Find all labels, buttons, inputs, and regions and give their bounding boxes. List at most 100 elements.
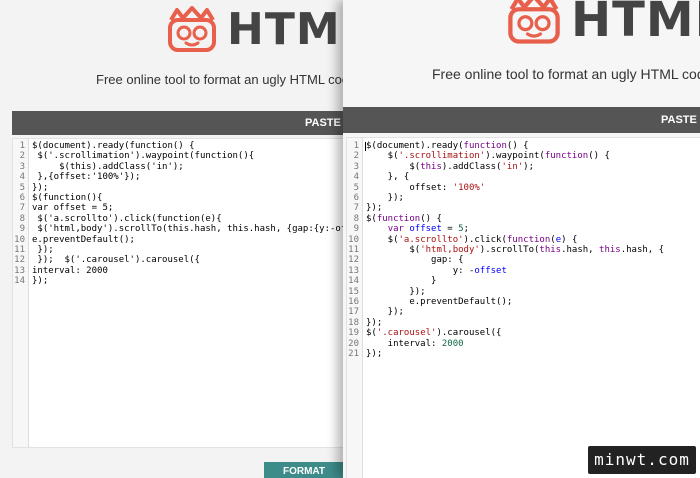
code-line: 21}); [347, 349, 700, 359]
code-line: 11 }); [13, 245, 345, 255]
robot-face-icon [168, 5, 216, 52]
line-number: 2 [353, 151, 359, 162]
code-text: },{offset:'100%'}); [32, 172, 140, 182]
code-token: () { [506, 141, 529, 151]
code-token: $( [366, 151, 399, 162]
line-number: 14 [14, 276, 25, 287]
code-line: 4 }, { [347, 172, 700, 182]
code-text: $('a.scrollto').click(function(e){ [32, 214, 221, 224]
code-line: 14}); [13, 276, 345, 286]
code-line: 2 $('.scrollimation').waypoint(function(… [13, 151, 345, 161]
code-text: }); [32, 183, 48, 193]
code-token: ).scrollTo( [479, 245, 540, 255]
code-text: interval: 2000 [366, 339, 464, 349]
code-text: }); [32, 245, 54, 255]
code-text: $(function(){ [32, 193, 102, 203]
code-text: }, { [366, 172, 410, 183]
code-token: }); [32, 245, 54, 255]
code-line: 5 offset: '100%' [347, 183, 700, 193]
code-token: $( [366, 234, 399, 245]
code-line: 5}); [13, 183, 345, 193]
code-token: this [599, 245, 621, 255]
left-window: HTML Free online tool to format an ugly … [0, 0, 345, 478]
code-line: 9 var offset = 5; [347, 224, 700, 234]
right-window: HTML Free online tool to format an ugly … [343, 0, 700, 478]
line-number: 7 [353, 203, 359, 214]
code-text: var offset = 5; [366, 224, 469, 234]
code-token: this [539, 245, 562, 255]
code-line: 7}); [347, 203, 700, 213]
line-number: 13 [14, 265, 25, 276]
line-number: 4 [19, 172, 25, 183]
line-number: 14 [348, 276, 359, 287]
code-token: function [506, 234, 551, 245]
code-token: interval: [366, 338, 442, 349]
code-token: ).addClass( [441, 161, 502, 172]
logo-text: HTML [227, 4, 345, 55]
code-token: var [387, 224, 404, 235]
line-number: 4 [353, 172, 359, 183]
code-line: 10 e.preventDefault(); [13, 235, 345, 245]
code-token: $(function(){ [32, 193, 103, 203]
line-number: 5 [19, 182, 25, 193]
code-text: }); [366, 307, 404, 317]
code-text: $('.scrollimation').waypoint(function(){ [32, 151, 254, 161]
code-line: 17 }); [347, 307, 700, 317]
code-text: }); [366, 287, 425, 297]
line-number: 11 [14, 245, 25, 255]
code-token: () { [588, 151, 610, 162]
code-token: offset [474, 265, 507, 276]
code-token: this [420, 161, 442, 172]
input-code-editor[interactable]: 1 $(document).ready(function() {2 $('.scr… [12, 138, 345, 448]
code-token: .hash, [561, 245, 600, 255]
code-text: }); [366, 349, 382, 359]
code-token: }); [366, 317, 383, 328]
code-token: }); [366, 193, 404, 203]
code-token: '.scrollimation' [398, 151, 486, 162]
line-number: 17 [348, 307, 359, 318]
code-line: 19 $('.carousel').carousel({ [347, 328, 700, 338]
code-token: $( [366, 328, 377, 339]
code-line: 1 $(document).ready(function() { [347, 141, 700, 151]
line-number: 9 [353, 224, 359, 235]
code-text: var offset = 5; [32, 203, 113, 213]
code-line: 12 }); $('.carousel').carousel({ [13, 255, 345, 265]
code-text: $('html,body').scrollTo(this.hash, this.… [366, 245, 664, 255]
code-token: }); [32, 182, 49, 193]
code-text: $(document).ready(function() { [32, 141, 195, 151]
code-text: $('html,body').scrollTo(this.hash, this.… [32, 224, 345, 234]
code-line: 1 $(document).ready(function() { [13, 141, 345, 151]
line-number: 21 [348, 349, 359, 359]
code-line: 8 $(function() { [347, 214, 700, 224]
code-text: }); [366, 203, 382, 213]
robot-face-icon [508, 0, 560, 44]
code-text: gap: { [366, 255, 464, 265]
code-line: 13 interval: 2000 [13, 266, 345, 276]
code-token: $('.scrollimation').waypoint(function(){ [32, 151, 255, 162]
code-token: $('html,body').scrollTo(this.hash, this.… [37, 224, 345, 235]
code-token: $(this).addClass('in'); [32, 161, 184, 172]
code-line: 11 $('html,body').scrollTo(this.hash, th… [347, 245, 700, 255]
code-token: interval: 2000 [32, 265, 108, 276]
code-line: 15 }); [347, 287, 700, 297]
code-token: .hash, { [620, 245, 665, 255]
code-token: }, { [366, 172, 410, 183]
line-number: 1 [19, 141, 25, 151]
code-token: $( [366, 213, 377, 224]
code-text: e.preventDefault(); [32, 235, 135, 245]
line-number: 18 [348, 317, 359, 328]
code-line: 14 } [347, 276, 700, 286]
code-token: () { [420, 213, 442, 224]
code-token: 'a.scrollto' [398, 234, 464, 245]
code-line: 6 $(function(){ [13, 193, 345, 203]
logo: HTML [505, 0, 700, 48]
code-line: 16 e.preventDefault(); [347, 297, 700, 307]
code-token: function [463, 141, 507, 151]
line-number: 15 [348, 286, 359, 297]
formatted-code-editor[interactable]: 1 $(document).ready(function() {2 $('.scr… [346, 137, 700, 478]
code-line: 2 $('.scrollimation').waypoint(function(… [347, 151, 700, 161]
line-number: 5 [353, 182, 359, 193]
code-token: } [366, 276, 437, 287]
format-button[interactable]: FORMAT [264, 462, 344, 478]
